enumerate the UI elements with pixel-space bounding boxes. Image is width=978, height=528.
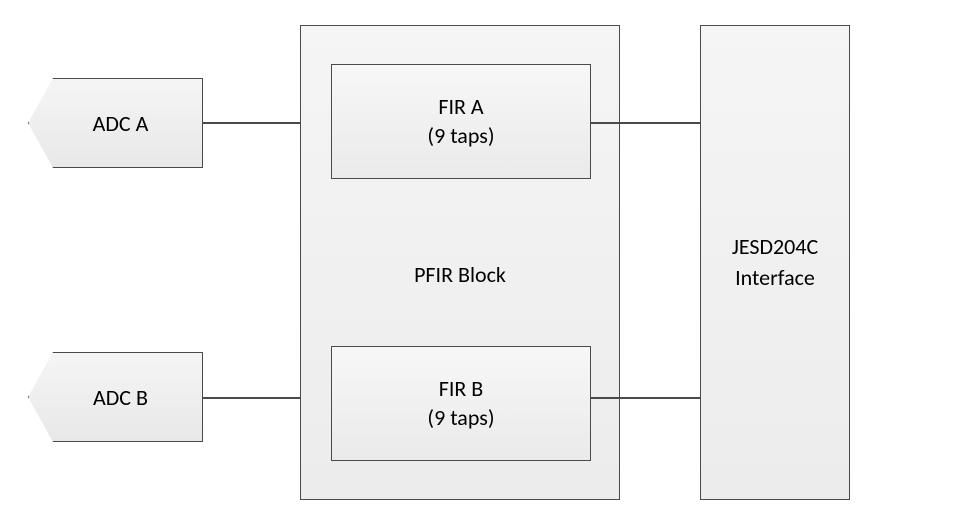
- fir-a-name: FIR A: [438, 93, 483, 122]
- fir-b-taps: (9 taps): [427, 404, 494, 433]
- connector-fir-b-to-jesd: [590, 397, 700, 399]
- fir-b-block: FIR B (9 taps): [331, 346, 591, 461]
- pfir-label: PFIR Block: [301, 261, 619, 288]
- adc-a-block: ADC A: [28, 78, 203, 168]
- jesd-line2: Interface: [735, 263, 815, 294]
- jesd-line1: JESD204C: [732, 232, 818, 263]
- fir-b-name: FIR B: [439, 375, 484, 404]
- adc-b-block: ADC B: [28, 352, 203, 442]
- block-diagram: ADC A ADC B FIR A (9 taps) PFIR Block FI…: [0, 0, 978, 528]
- adc-a-label: ADC A: [93, 110, 149, 137]
- adc-b-label: ADC B: [93, 384, 148, 411]
- connector-fir-a-to-jesd: [590, 122, 700, 124]
- fir-a-block: FIR A (9 taps): [331, 64, 591, 179]
- fir-a-taps: (9 taps): [427, 122, 494, 151]
- pfir-block: FIR A (9 taps) PFIR Block FIR B (9 taps): [300, 25, 620, 500]
- jesd-block: JESD204C Interface: [700, 25, 850, 500]
